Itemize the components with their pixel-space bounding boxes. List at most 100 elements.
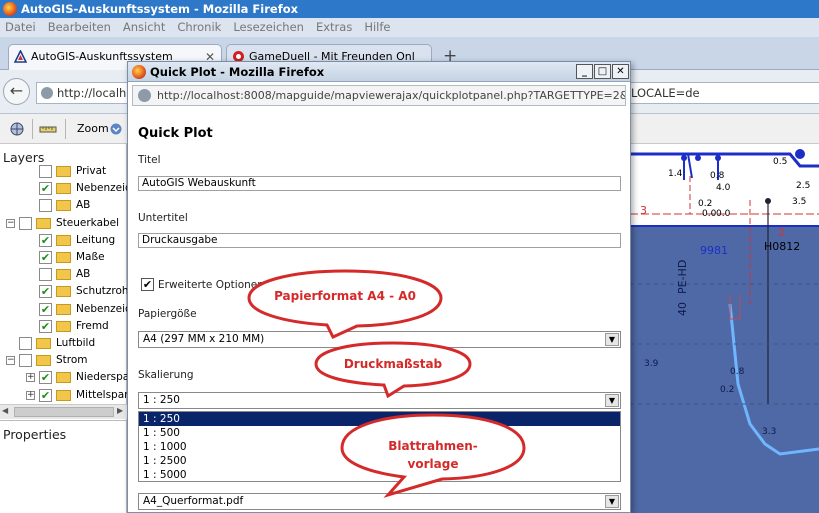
layer-checkbox[interactable] [19,337,32,350]
menu-datei[interactable]: Datei [5,20,36,34]
menu-chronik[interactable]: Chronik [177,20,221,34]
folder-icon [56,166,71,177]
map-label: PE-HD [676,260,689,294]
layer-checkbox[interactable] [19,354,32,368]
map-point [765,198,771,204]
layer-item[interactable]: AB [0,197,127,214]
layer-label: Fremd [76,319,109,332]
layer-checkbox[interactable]: ✔ [39,302,52,316]
scrollbar-thumb[interactable] [14,407,114,417]
layer-item[interactable]: AB [0,266,127,283]
layer-label: AB [76,199,91,212]
folder-icon [36,217,51,229]
collapse-icon[interactable]: − [6,356,15,366]
layer-checkbox[interactable]: ✔ [39,251,52,264]
close-button[interactable]: ✕ [612,64,629,79]
menu-ansicht[interactable]: Ansicht [123,20,165,34]
layer-item[interactable]: ✔ Maße [0,249,127,266]
folder-icon [56,200,71,212]
expand-icon[interactable]: + [26,390,35,400]
map-label: 1.4 [668,169,683,179]
layer-label: Privat [76,165,107,177]
layer-item[interactable]: ✔ Schutzroh [0,283,129,300]
back-arrow-icon: ← [9,81,24,100]
zoom-menu-label[interactable]: Zoom [77,122,109,135]
layer-item[interactable]: + ✔ Niederspa [0,369,130,386]
dropdown-arrow-icon[interactable]: ▼ [605,333,619,346]
annotation-frame-line1: Blattrahmen- [388,439,478,453]
layer-item[interactable]: + ✔ Mittelspar [0,387,128,404]
firefox-logo-icon [3,2,17,16]
pan-tool-icon[interactable] [8,121,26,137]
maximize-button[interactable]: □ [594,64,611,79]
toolbar-separator [32,119,33,139]
layer-checkbox[interactable] [39,268,52,282]
globe-icon [41,87,53,99]
dialog-url-text: http://localhost:8008/mapguide/mapviewer… [157,89,625,102]
folder-icon [56,252,71,263]
menu-bearbeiten[interactable]: Bearbeiten [48,20,111,34]
layer-item[interactable]: ✔ Nebenzeic [0,301,131,318]
layer-label: Niederspa [76,371,130,384]
layer-item[interactable]: ✔ Nebenzeic [0,180,131,197]
scroll-right-icon[interactable]: ▶ [117,406,123,415]
layer-item[interactable]: − Steuerkabel [0,215,127,232]
layer-checkbox[interactable]: ✔ [39,182,52,196]
map-label: 0.0 [716,209,731,219]
layer-label: Leitung [76,233,116,246]
menu-hilfe[interactable]: Hilfe [364,20,390,34]
map-label: 0.0 [702,209,717,219]
layer-item[interactable]: ✔ Fremd [0,318,127,335]
layer-checkbox[interactable] [19,216,32,230]
layer-checkbox[interactable]: ✔ [39,233,52,247]
autogis-logo-icon [14,50,27,63]
layer-checkbox[interactable]: ✔ [39,319,52,333]
map-label: 40 [676,302,689,316]
minimize-button[interactable]: _ [576,64,593,79]
layers-horizontal-scrollbar[interactable]: ◀ ▶ [0,404,127,419]
folder-icon [56,234,71,246]
layer-checkbox[interactable]: ✔ [39,285,52,299]
layer-checkbox[interactable] [39,165,52,178]
dropdown-arrow-icon[interactable]: ▼ [605,495,619,508]
layer-item[interactable]: Privat [0,163,127,180]
dropdown-arrow-icon[interactable]: ▼ [605,394,619,407]
expand-icon[interactable]: + [26,373,35,383]
layer-item[interactable]: − Strom [0,352,127,369]
dialog-address-bar[interactable]: http://localhost:8008/mapguide/mapviewer… [132,85,626,106]
map-label: 3.9 [644,359,659,369]
layer-label: AB [76,268,91,281]
dialog-title-bar[interactable]: Quick Plot - Mozilla Firefox _ □ ✕ [128,62,630,82]
panel-heading: Quick Plot [138,126,213,141]
layer-checkbox[interactable]: ✔ [39,388,52,402]
folder-icon [56,183,71,195]
map-view[interactable]: 0.5 1.4 0.8 4.0 0.0 0.0 0.2 2.5 3.5 3 2 … [630,144,819,513]
layer-label: Maße [76,251,105,263]
layer-checkbox[interactable]: ✔ [39,371,52,385]
menu-bar: Datei Bearbeiten Ansicht Chronik Lesezeichen… [0,18,819,37]
advanced-options-checkbox[interactable]: ✔ [141,278,154,291]
scroll-left-icon[interactable]: ◀ [2,406,8,415]
window-title: AutoGIS-Auskunftssystem - Mozilla Firefo… [21,2,299,16]
layer-item[interactable]: ✔ Leitung [0,232,127,249]
measure-tool-icon[interactable] [39,121,57,137]
map-label: 0.8 [710,171,725,181]
annotation-paper-text: Papierformat A4 - A0 [274,289,416,303]
window-title-bar: AutoGIS-Auskunftssystem - Mozilla Firefo… [0,0,819,18]
title-input[interactable]: AutoGIS Webauskunft [138,176,621,191]
map-label: 2 [778,226,785,239]
map-node [715,155,721,161]
back-button[interactable]: ← [3,78,30,105]
folder-icon [56,389,71,401]
speech-bubble-shape [247,269,443,339]
chevron-down-icon[interactable] [110,123,122,135]
map-label: 0.2 [698,199,712,209]
layer-checkbox[interactable] [39,199,52,213]
subtitle-input[interactable]: Druckausgabe [138,233,621,248]
map-label: 0.5 [773,157,787,167]
collapse-icon[interactable]: − [6,218,15,228]
layer-item[interactable]: Luftbild [0,335,127,352]
toolbar-separator [65,119,66,139]
menu-lesezeichen[interactable]: Lesezeichen [233,20,304,34]
menu-extras[interactable]: Extras [316,20,352,34]
